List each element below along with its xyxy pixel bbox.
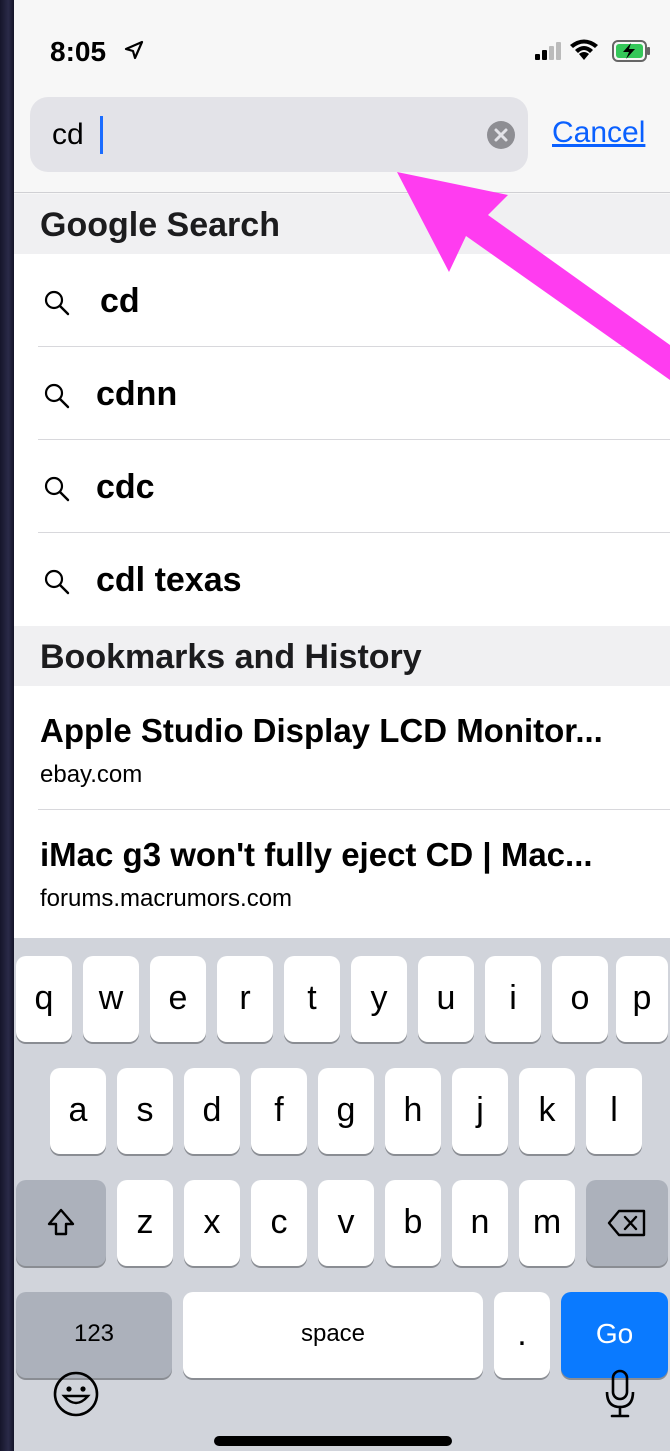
key-s[interactable]: s [117, 1068, 173, 1154]
history-title: Apple Studio Display LCD Monitor... [40, 712, 603, 749]
backspace-key[interactable] [586, 1180, 668, 1266]
key-v[interactable]: v [318, 1180, 374, 1266]
section-title: Bookmarks and History [40, 638, 422, 676]
screen: 8:05 cd Cancel Google Search cd cdnn cdc… [14, 0, 670, 1451]
device-frame: 8:05 cd Cancel Google Search cd cdnn cdc… [0, 0, 670, 1451]
section-header-google: Google Search [14, 194, 670, 254]
suggestion-row[interactable]: cd [14, 254, 670, 347]
suggestion-label: cdl texas [96, 561, 242, 599]
clear-icon[interactable] [487, 121, 515, 149]
key-i[interactable]: i [485, 956, 541, 1042]
history-list: Apple Studio Display LCD Monitor... ebay… [14, 686, 670, 938]
key-n[interactable]: n [452, 1180, 508, 1266]
suggestion-label: cdc [96, 468, 155, 506]
text-caret [100, 116, 103, 154]
magnifier-icon [44, 569, 70, 595]
magnifier-icon [44, 383, 70, 409]
shift-icon [47, 1208, 75, 1236]
history-title: iMac g3 won't fully eject CD | Mac... [40, 836, 593, 873]
magnifier-icon [44, 290, 70, 316]
key-t[interactable]: t [284, 956, 340, 1042]
device-bezel [0, 0, 14, 1451]
signal-icon [535, 42, 561, 60]
shift-key[interactable] [16, 1180, 106, 1266]
search-input[interactable]: cd [30, 97, 528, 172]
key-j[interactable]: j [452, 1068, 508, 1154]
battery-charging-icon [612, 40, 650, 62]
key-q[interactable]: q [16, 956, 72, 1042]
magnifier-icon [44, 476, 70, 502]
key-y[interactable]: y [351, 956, 407, 1042]
numbers-key[interactable]: 123 [16, 1292, 172, 1378]
history-url: ebay.com [40, 761, 143, 788]
key-r[interactable]: r [217, 956, 273, 1042]
key-m[interactable]: m [519, 1180, 575, 1266]
history-url: forums.macrumors.com [40, 885, 293, 912]
key-x[interactable]: x [184, 1180, 240, 1266]
key-g[interactable]: g [318, 1068, 374, 1154]
suggestion-row[interactable]: cdc [14, 440, 670, 533]
wifi-icon [570, 39, 598, 60]
history-row[interactable]: iMac g3 won't fully eject CD | Mac... fo… [14, 810, 670, 938]
section-header-history: Bookmarks and History [14, 626, 670, 686]
status-time: 8:05 [50, 36, 107, 67]
backspace-icon [607, 1209, 646, 1237]
key-p[interactable]: p [616, 956, 668, 1042]
key-f[interactable]: f [251, 1068, 307, 1154]
suggestion-row[interactable]: cdnn [14, 347, 670, 440]
key-k[interactable]: k [519, 1068, 575, 1154]
suggestion-label: cd [100, 282, 140, 320]
period-key[interactable]: . [494, 1292, 550, 1378]
microphone-icon[interactable] [602, 1368, 638, 1420]
location-arrow-icon [124, 40, 144, 60]
key-w[interactable]: w [83, 956, 139, 1042]
key-a[interactable]: a [50, 1068, 106, 1154]
search-query: cd [52, 118, 84, 151]
key-u[interactable]: u [418, 956, 474, 1042]
key-d[interactable]: d [184, 1068, 240, 1154]
suggestion-list: cd cdnn cdc cdl texas [14, 254, 670, 626]
home-indicator [214, 1436, 452, 1446]
key-b[interactable]: b [385, 1180, 441, 1266]
cancel-button[interactable]: Cancel [552, 116, 645, 150]
key-c[interactable]: c [251, 1180, 307, 1266]
key-o[interactable]: o [552, 956, 608, 1042]
key-z[interactable]: z [117, 1180, 173, 1266]
key-h[interactable]: h [385, 1068, 441, 1154]
suggestion-row[interactable]: cdl texas [14, 533, 670, 626]
emoji-icon[interactable] [52, 1370, 100, 1418]
history-row[interactable]: Apple Studio Display LCD Monitor... ebay… [14, 686, 670, 810]
suggestion-label: cdnn [96, 375, 178, 413]
key-l[interactable]: l [586, 1068, 642, 1154]
go-key[interactable]: Go [561, 1292, 668, 1378]
search-bar: cd Cancel [14, 80, 670, 193]
key-e[interactable]: e [150, 956, 206, 1042]
status-bar: 8:05 [14, 0, 670, 80]
space-key[interactable]: space [183, 1292, 483, 1378]
section-title: Google Search [40, 206, 280, 244]
